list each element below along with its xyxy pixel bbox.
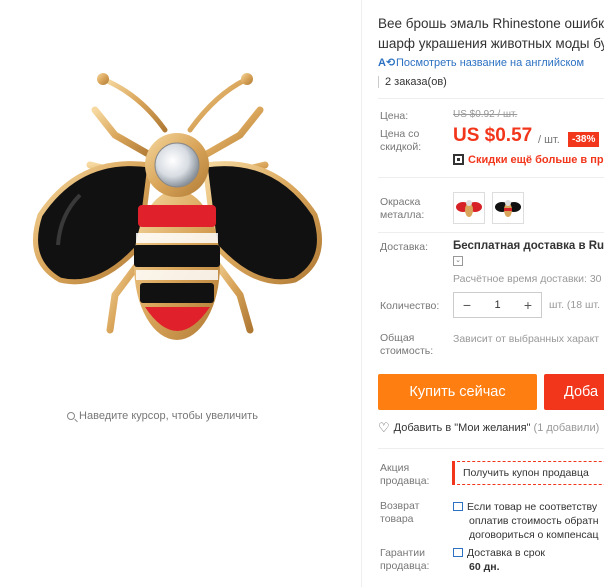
quantity-label: Количество: xyxy=(380,300,440,312)
product-image[interactable] xyxy=(20,55,340,375)
price-label: Цена: xyxy=(380,110,409,122)
divider xyxy=(378,177,604,178)
delivery-truck-icon xyxy=(453,548,463,557)
quantity-plus-button[interactable]: + xyxy=(515,293,541,317)
zoom-hint: Наведите курсор, чтобы увеличить xyxy=(0,410,325,422)
bee-black-thumbnail-icon xyxy=(495,200,521,217)
bee-red-thumbnail-icon xyxy=(456,200,482,217)
guarantee-label: Гарантии продавца: xyxy=(380,547,430,572)
discount-price-label: Цена со скидкой: xyxy=(380,128,422,153)
translate-icon: A⟲ xyxy=(378,57,396,69)
price-unit: / шт. xyxy=(538,134,560,146)
discount-price: US $0.57 xyxy=(453,125,533,146)
app-promo-link[interactable]: Скидки ещё больше в прил xyxy=(453,154,604,166)
original-price: US $0.92 / шт. xyxy=(453,109,518,120)
shipping-label: Доставка: xyxy=(380,241,429,253)
divider xyxy=(378,448,604,449)
get-coupon-button[interactable]: Получить купон продавца xyxy=(452,461,604,485)
total-value: Зависит от выбранных характ xyxy=(453,333,600,345)
product-info: Bee брошь эмаль Rhinestone ошибки шарф у… xyxy=(378,0,604,587)
divider xyxy=(378,98,604,99)
chevron-down-icon: ⌄ xyxy=(455,257,461,264)
color-swatch-red[interactable] xyxy=(453,192,485,224)
color-swatch-black[interactable] xyxy=(492,192,524,224)
orders-count: 2 заказа(ов) xyxy=(378,76,447,88)
qr-code-icon xyxy=(453,154,464,165)
return-label: Возврат товара xyxy=(380,500,420,525)
buy-now-button[interactable]: Купить сейчас xyxy=(378,374,537,410)
return-icon xyxy=(453,502,463,511)
add-to-wishlist-link[interactable]: ♡ Добавить в "Мои желания" (1 добавили) xyxy=(378,420,599,436)
quantity-stepper: − 1 + xyxy=(453,292,542,318)
discount-badge: -38% xyxy=(568,132,600,147)
guarantee-info: Доставка в срок 60 дн. xyxy=(453,546,545,574)
delivery-time: Расчётное время доставки: 30 xyxy=(453,273,602,285)
total-label: Общая стоимость: xyxy=(380,332,434,357)
seller-promo-label: Акция продавца: xyxy=(380,462,430,487)
add-to-cart-button[interactable]: Доба xyxy=(544,374,604,410)
quantity-input[interactable]: 1 xyxy=(480,299,515,311)
divider xyxy=(378,232,604,233)
return-policy: Если товар не соответству оплатив стоимо… xyxy=(453,500,599,542)
product-title: Bee брошь эмаль Rhinestone ошибки шарф у… xyxy=(378,16,604,51)
shipping-value: Бесплатная доставка в Russi xyxy=(453,240,604,252)
color-label: Окраска металла: xyxy=(380,196,425,221)
magnifier-icon xyxy=(67,412,76,420)
heart-icon: ♡ xyxy=(378,420,390,435)
shipping-dropdown[interactable]: ⌄ xyxy=(453,256,463,266)
product-gallery: Наведите курсор, чтобы увеличить xyxy=(0,0,362,587)
translate-title-link[interactable]: A⟲Посмотреть название на английском xyxy=(378,56,584,69)
quantity-minus-button[interactable]: − xyxy=(454,293,480,317)
quantity-available: шт. (18 шт. xyxy=(549,299,600,311)
